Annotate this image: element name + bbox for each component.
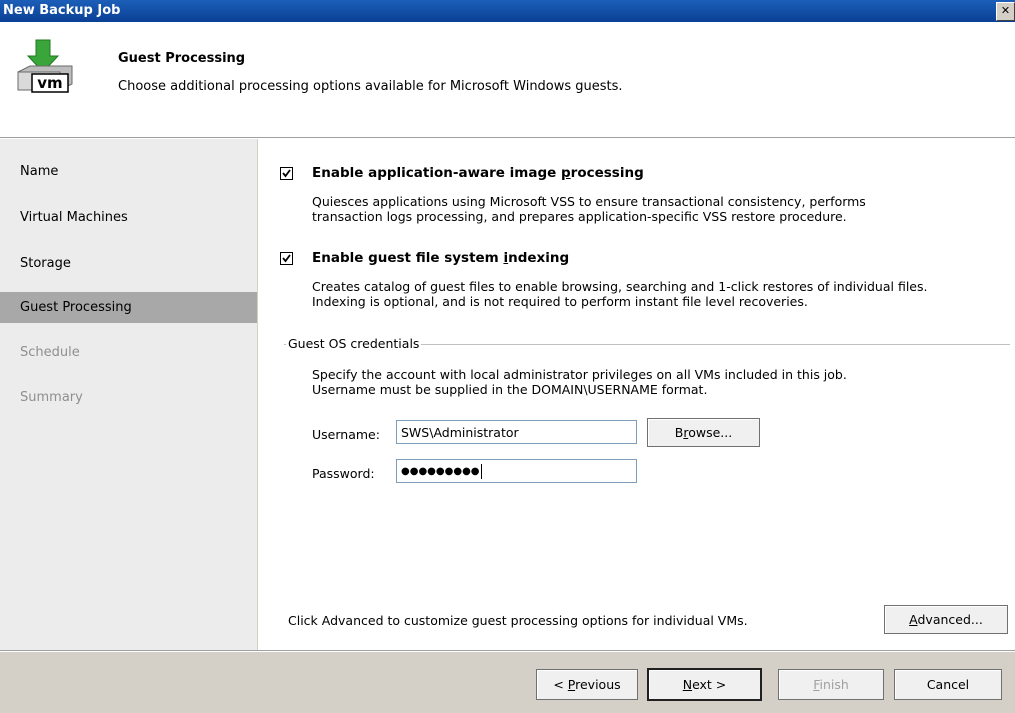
next-label-rest: ext > [692, 677, 727, 692]
nav-item-schedule: Schedule [20, 345, 80, 360]
indexing-label-text: Enable guest file system [312, 250, 504, 266]
nav-item-name[interactable]: Name [20, 164, 58, 179]
finish-button: Finish [778, 669, 884, 700]
close-icon: ✕ [1000, 4, 1011, 17]
previous-label-rest: revious [575, 677, 621, 692]
close-button[interactable]: ✕ [996, 2, 1015, 21]
page-subtitle: Choose additional processing options ava… [118, 79, 623, 94]
page-title: Guest Processing [118, 51, 246, 66]
previous-label-text: < [553, 677, 568, 692]
username-field[interactable]: SWS\Administrator [396, 420, 637, 444]
title-bar[interactable]: New Backup Job ✕ [0, 0, 1015, 22]
vm-label: vm [37, 74, 62, 92]
new-backup-job-window: New Backup Job ✕ vm Guest Processing Cho… [0, 0, 1015, 713]
advanced-hint: Click Advanced to customize guest proces… [288, 613, 748, 628]
guest-processing-panel: Enable application-aware image processin… [258, 139, 1015, 650]
app-aware-checkbox[interactable] [280, 167, 293, 180]
app-aware-description: Quiesces applications using Microsoft VS… [312, 194, 866, 224]
advanced-label-accel: A [909, 612, 918, 627]
app-aware-desc-line1: Quiesces applications using Microsoft VS… [312, 194, 866, 209]
credentials-description: Specify the account with local administr… [312, 367, 847, 397]
cancel-button[interactable]: Cancel [894, 669, 1002, 700]
credentials-desc-line2: Username must be supplied in the DOMAIN\… [312, 382, 708, 397]
indexing-desc-line2: Indexing is optional, and is not require… [312, 294, 808, 309]
indexing-label-rest: ndexing [508, 250, 570, 266]
previous-button[interactable]: < Previous [536, 669, 638, 700]
indexing-desc-line1: Creates catalog of guest files to enable… [312, 279, 928, 294]
wizard-steps-nav: Name Virtual Machines Storage Guest Proc… [0, 139, 257, 650]
app-aware-label-accel: p [561, 165, 571, 181]
next-label-accel: N [682, 677, 693, 692]
indexing-checkbox[interactable] [280, 252, 293, 265]
nav-item-storage[interactable]: Storage [20, 256, 71, 271]
nav-item-virtual-machines[interactable]: Virtual Machines [20, 210, 128, 225]
window-title: New Backup Job [3, 3, 121, 18]
next-button[interactable]: Next > [647, 668, 762, 701]
app-aware-desc-line2: transaction logs processing, and prepare… [312, 209, 847, 224]
indexing-description: Creates catalog of guest files to enable… [312, 279, 927, 309]
footer-divider-highlight [0, 651, 1015, 652]
password-field[interactable]: ●●●●●●●●● [396, 459, 637, 483]
text-cursor [480, 463, 482, 479]
app-aware-label[interactable]: Enable application-aware image processin… [312, 165, 644, 181]
nav-item-summary: Summary [20, 390, 83, 405]
credentials-group-label: Guest OS credentials [286, 336, 422, 351]
app-aware-label-text: Enable application-aware image [312, 165, 561, 181]
credentials-desc-line1: Specify the account with local administr… [312, 367, 847, 382]
password-masked-value: ●●●●●●●●● [401, 466, 480, 477]
username-label: Username: [312, 427, 380, 442]
app-aware-label-rest: rocessing [570, 165, 644, 181]
indexing-label[interactable]: Enable guest file system indexing [312, 250, 569, 266]
backup-vm-icon: vm [16, 38, 74, 98]
browse-label-rest: owse... [688, 425, 733, 440]
finish-label-rest: inish [819, 677, 849, 692]
password-label: Password: [312, 466, 375, 481]
nav-item-guest-processing[interactable]: Guest Processing [20, 300, 132, 315]
browse-button[interactable]: Browse... [647, 418, 760, 447]
advanced-button[interactable]: Advanced... [884, 605, 1008, 634]
advanced-label-rest: dvanced... [917, 612, 983, 627]
